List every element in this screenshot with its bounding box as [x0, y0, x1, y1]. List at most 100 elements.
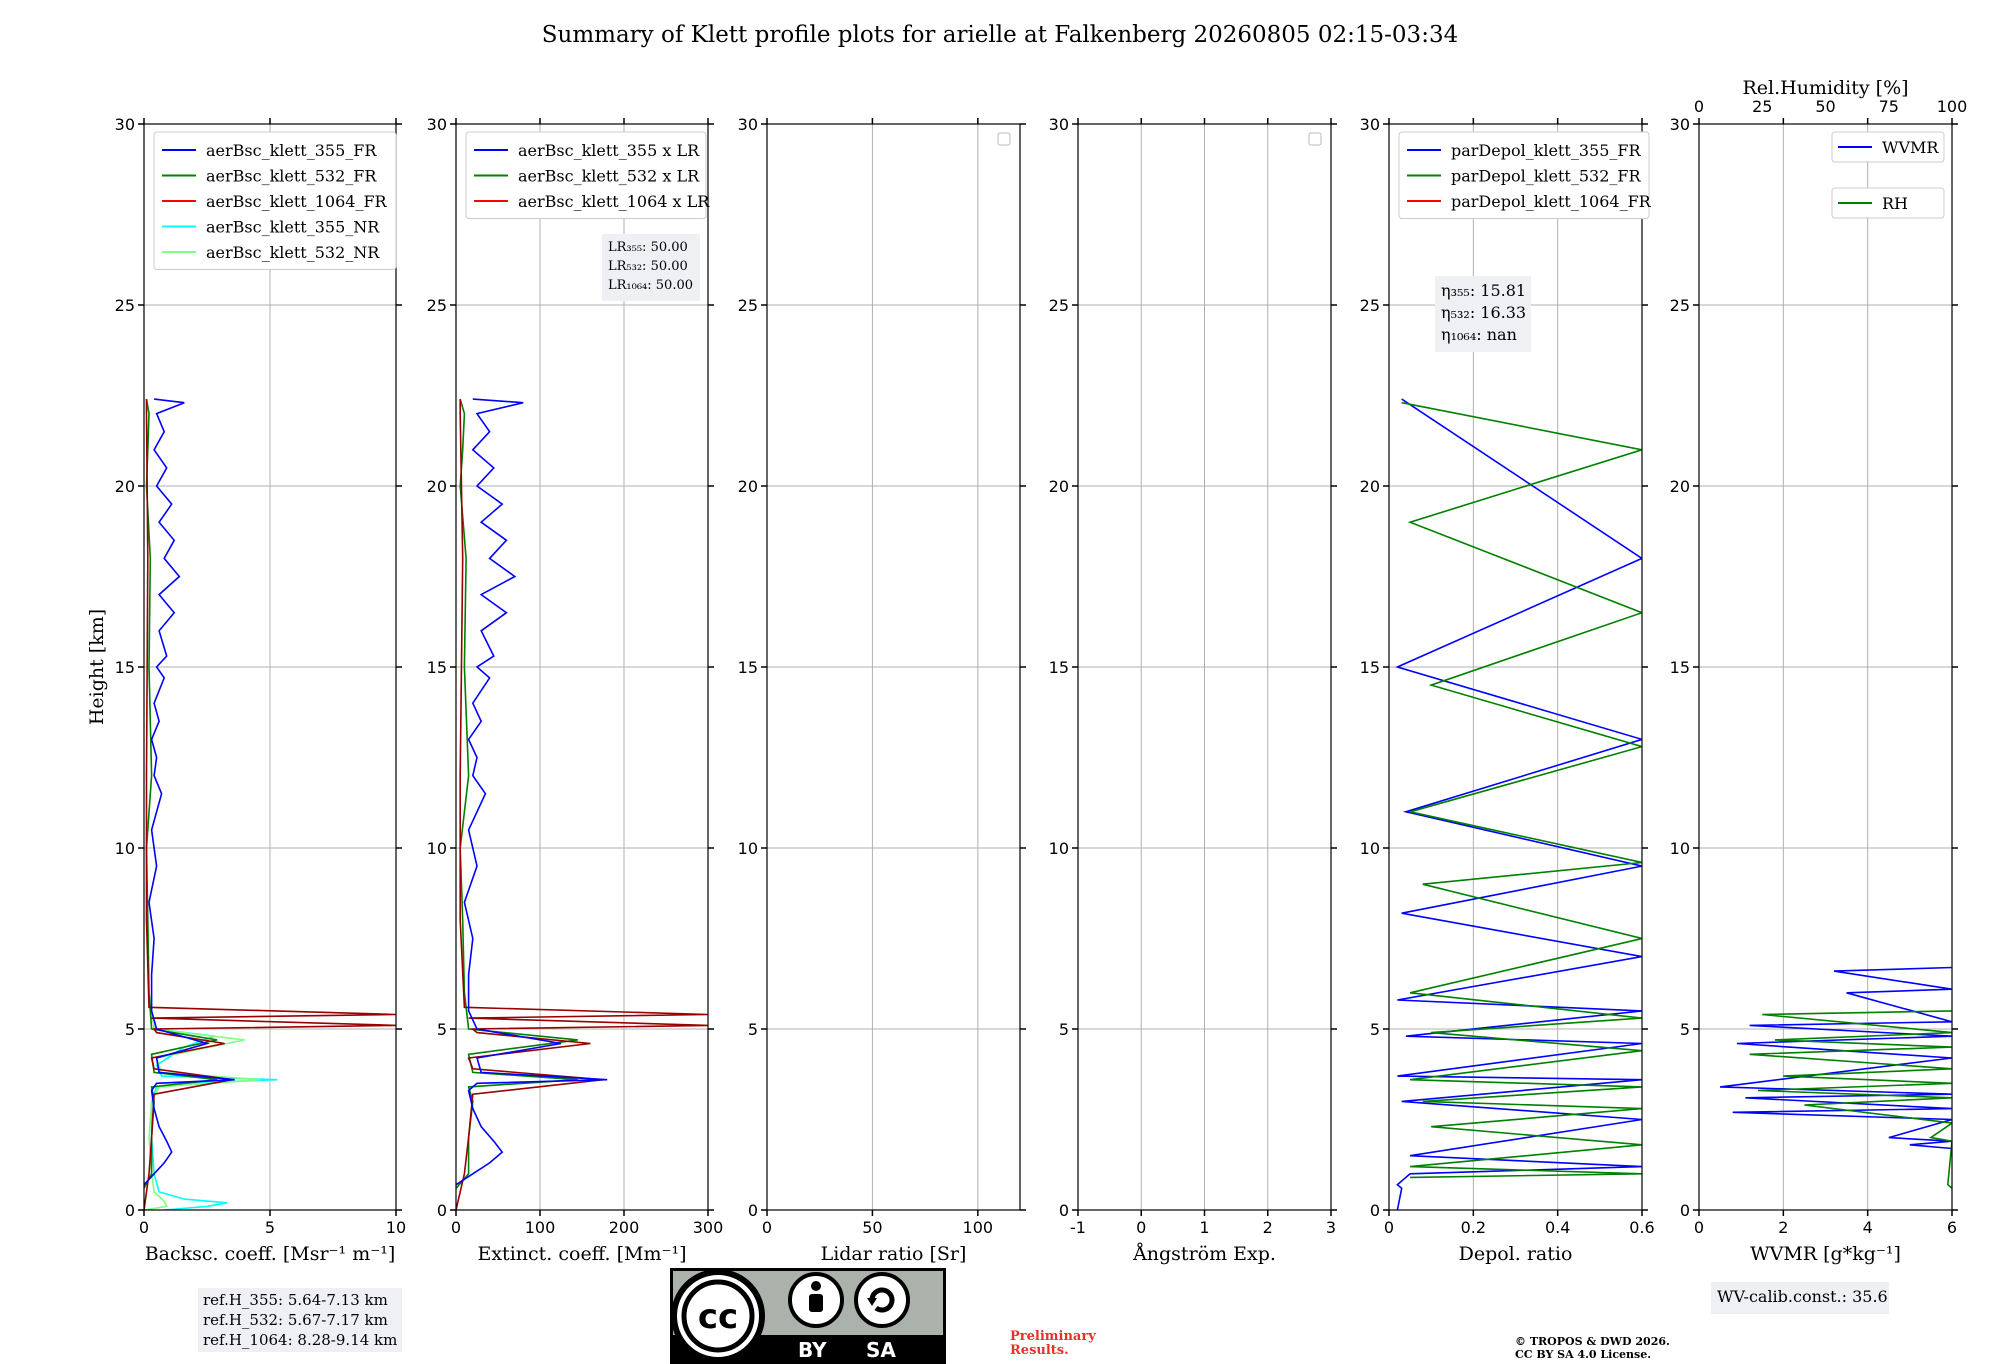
legend-label-aerBsc_klett_532_NR: aerBsc_klett_532_NR — [206, 243, 380, 262]
x-tick-label: 0 — [762, 1218, 772, 1237]
y-tick-label: 10 — [738, 839, 758, 858]
legend-label-WVMR: WVMR — [1882, 138, 1939, 157]
x-axis-label: Depol. ratio — [1459, 1243, 1573, 1265]
y-tick-label: 25 — [1049, 296, 1069, 315]
ref-height-355: ref.H_355: 5.64-7.13 km — [203, 1291, 388, 1309]
info-line: η₁₀₆₄: nan — [1441, 325, 1517, 344]
legend-label-aerBsc_klett_532 x LR: aerBsc_klett_532 x LR — [518, 167, 700, 186]
x-tick-label: 100 — [525, 1218, 556, 1237]
y-tick-label: 25 — [738, 296, 758, 315]
ref-heights-box: ref.H_355: 5.64-7.13 km ref.H_532: 5.67-7… — [198, 1288, 403, 1352]
x-axis-label: Extinct. coeff. [Mm⁻¹] — [477, 1243, 686, 1265]
x-tick-label: 300 — [693, 1218, 724, 1237]
x-tick-label: 0.6 — [1629, 1218, 1654, 1237]
y-tick-label: 20 — [115, 477, 135, 496]
x-tick-label: 100 — [963, 1218, 994, 1237]
series-line-aerBsc_klett_1064 x LR — [456, 399, 708, 1210]
y-tick-label: 25 — [1670, 296, 1690, 315]
x-tick-label: 0 — [139, 1218, 149, 1237]
panel-angstrom: 051015202530-1 0 1 2 3Ångström Exp. — [1049, 115, 1337, 1265]
x-axis-label: Ångström Exp. — [1132, 1243, 1276, 1265]
x-tick-label: 10 — [386, 1218, 406, 1237]
y-tick-label: 0 — [1680, 1201, 1690, 1220]
x2-axis-label: Rel.Humidity [%] — [1742, 77, 1908, 99]
series-line-aerBsc_klett_355_NR — [148, 992, 278, 1210]
x-tick-label: -1 — [1070, 1218, 1086, 1237]
y-tick-label: 15 — [427, 658, 447, 677]
ref-height-532: ref.H_532: 5.67-7.17 km — [203, 1311, 388, 1329]
info-line: η₃₅₅: 15.81 — [1441, 281, 1526, 300]
y-tick-label: 10 — [1670, 839, 1690, 858]
y-tick-label: 0 — [437, 1201, 447, 1220]
legend-label-aerBsc_klett_1064_FR: aerBsc_klett_1064_FR — [206, 192, 388, 211]
y-tick-label: 30 — [427, 115, 447, 134]
y-tick-label: 10 — [115, 839, 135, 858]
panel-extinction: 0510152025300 100 200 300Extinct. coeff. [M… — [427, 115, 724, 1265]
y-tick-label: 10 — [1049, 839, 1069, 858]
y-tick-label: 30 — [738, 115, 758, 134]
x-tick-label: 3 — [1326, 1218, 1336, 1237]
y-tick-label: 0 — [1370, 1201, 1380, 1220]
x-tick-label: 0.2 — [1461, 1218, 1486, 1237]
y-tick-label: 5 — [1680, 1020, 1690, 1039]
y-tick-label: 30 — [115, 115, 135, 134]
y-tick-label: 5 — [748, 1020, 758, 1039]
series-line-parDepol_klett_532_FR — [1401, 401, 1642, 1179]
y-tick-label: 5 — [1059, 1020, 1069, 1039]
y-tick-label: 25 — [115, 296, 135, 315]
y-tick-label: 5 — [125, 1020, 135, 1039]
panel-backscatter: 0 5 10 15 20 25 30 0 5 10 Backsc. coeff. [Msr⁻¹ m⁻… — [86, 115, 406, 1265]
panel-wvmr: 0510152025300 2 4 6WVMR [g*kg⁻¹]0 25 50 75 100R… — [1670, 77, 1968, 1314]
x-tick-label: 50 — [862, 1218, 882, 1237]
y-tick-label: 15 — [1360, 658, 1380, 677]
x2-tick-label: 0 — [1694, 97, 1704, 116]
x-tick-label: 4 — [1863, 1218, 1873, 1237]
y-tick-label: 10 — [427, 839, 447, 858]
license-label-sa: SA — [866, 1338, 896, 1362]
series-line-aerBsc_klett_532 x LR — [456, 398, 578, 1189]
y-tick-label: 30 — [1049, 115, 1069, 134]
x-tick-label: 200 — [609, 1218, 640, 1237]
legend-label-parDepol_klett_355_FR: parDepol_klett_355_FR — [1451, 141, 1642, 160]
y-tick-label: 30 — [1360, 115, 1380, 134]
preliminary-note: Preliminary Results. — [1010, 1329, 1096, 1358]
y-tick-label: 5 — [437, 1020, 447, 1039]
series-line-aerBsc_klett_532_FR — [144, 398, 218, 1189]
y-tick-label: 5 — [1370, 1020, 1380, 1039]
svg-text:cc: cc — [698, 1297, 738, 1337]
y-tick-label: 0 — [1059, 1201, 1069, 1220]
x2-tick-label: 50 — [1815, 97, 1835, 116]
series-line-aerBsc_klett_532_NR — [144, 992, 260, 1210]
x2-tick-label: 100 — [1937, 97, 1968, 116]
y-tick-label: 15 — [1670, 658, 1690, 677]
y-tick-label: 20 — [738, 477, 758, 496]
info-line: LR₅₃₂: 50.00 — [608, 259, 688, 274]
x-axis-label: Lidar ratio [Sr] — [821, 1243, 967, 1265]
y-tick-label: 25 — [1360, 296, 1380, 315]
legend-label-parDepol_klett_532_FR: parDepol_klett_532_FR — [1451, 167, 1642, 186]
y-tick-label: 15 — [115, 658, 135, 677]
y-axis-label: Height [km] — [86, 609, 108, 725]
y-tick-label: 0 — [125, 1201, 135, 1220]
panel-depol: 0 5 10 15 20 25 30 0 0.2 0.4 0.6 Depol. ratio parDep… — [1360, 115, 1655, 1265]
info-line: WV-calib.const.: 35.6 — [1717, 1287, 1888, 1306]
cc-license-badge: cc BY SA — [670, 1268, 946, 1364]
legend-label-parDepol_klett_1064_FR: parDepol_klett_1064_FR — [1451, 192, 1652, 211]
legend-label-aerBsc_klett_1064 x LR: aerBsc_klett_1064 x LR — [518, 192, 710, 211]
legend-label-aerBsc_klett_355 x LR: aerBsc_klett_355 x LR — [518, 141, 700, 160]
y-tick-label: 20 — [1670, 477, 1690, 496]
legend-label-RH: RH — [1882, 194, 1908, 213]
x-tick-label: 2 — [1778, 1218, 1788, 1237]
ref-height-1064: ref.H_1064: 8.28-9.14 km — [203, 1331, 398, 1349]
legend-label-aerBsc_klett_355_FR: aerBsc_klett_355_FR — [206, 141, 377, 160]
legend-label-aerBsc_klett_355_NR: aerBsc_klett_355_NR — [206, 218, 380, 237]
y-tick-label: 20 — [427, 477, 447, 496]
x-tick-label: 5 — [265, 1218, 275, 1237]
y-tick-label: 0 — [748, 1201, 758, 1220]
y-tick-label: 10 — [1360, 839, 1380, 858]
x-tick-label: 0.4 — [1545, 1218, 1570, 1237]
legend-label-aerBsc_klett_532_FR: aerBsc_klett_532_FR — [206, 167, 377, 186]
y-tick-label: 20 — [1360, 477, 1380, 496]
series-line-aerBsc_klett_355_FR — [144, 398, 235, 1186]
y-tick-label: 25 — [427, 296, 447, 315]
